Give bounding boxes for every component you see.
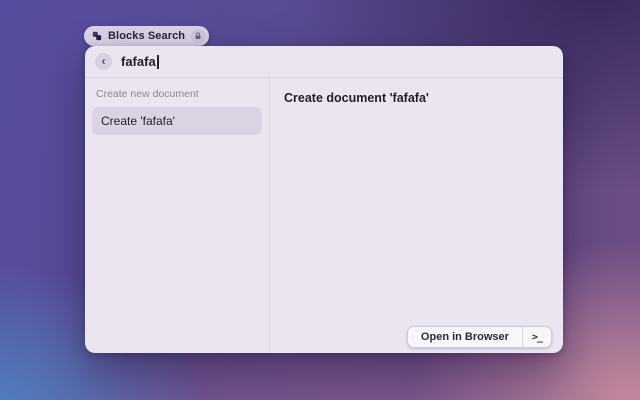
text-cursor <box>156 54 159 69</box>
extension-badge-label: Blocks Search <box>108 30 186 42</box>
detail-panel: Create document 'fafafa' <box>270 78 563 353</box>
back-button[interactable]: ‹ <box>95 53 112 70</box>
search-input[interactable]: fafafa <box>121 54 159 69</box>
blocks-search-window: ‹ fafafa Create new document Create 'faf… <box>85 46 563 353</box>
open-in-browser-button[interactable]: Open in Browser <box>408 327 522 347</box>
desktop-wallpaper: Blocks Search ‹ fafafa Create new docume… <box>0 0 640 400</box>
footer-action-group: Open in Browser >_ <box>406 326 552 348</box>
blocks-app-icon <box>92 31 102 41</box>
search-input-value: fafafa <box>121 54 156 69</box>
detail-title: Create document 'fafafa' <box>284 91 429 105</box>
search-bar: ‹ fafafa <box>85 46 563 78</box>
results-list: Create new document Create 'fafafa' <box>85 78 270 353</box>
extension-badge[interactable]: Blocks Search <box>84 26 210 46</box>
lock-icon[interactable] <box>191 29 206 43</box>
window-content: Create new document Create 'fafafa' Crea… <box>85 78 563 353</box>
list-item-create-fafafa[interactable]: Create 'fafafa' <box>92 107 262 135</box>
results-section-header: Create new document <box>96 88 199 100</box>
terminal-prompt-icon[interactable]: >_ <box>523 327 551 347</box>
